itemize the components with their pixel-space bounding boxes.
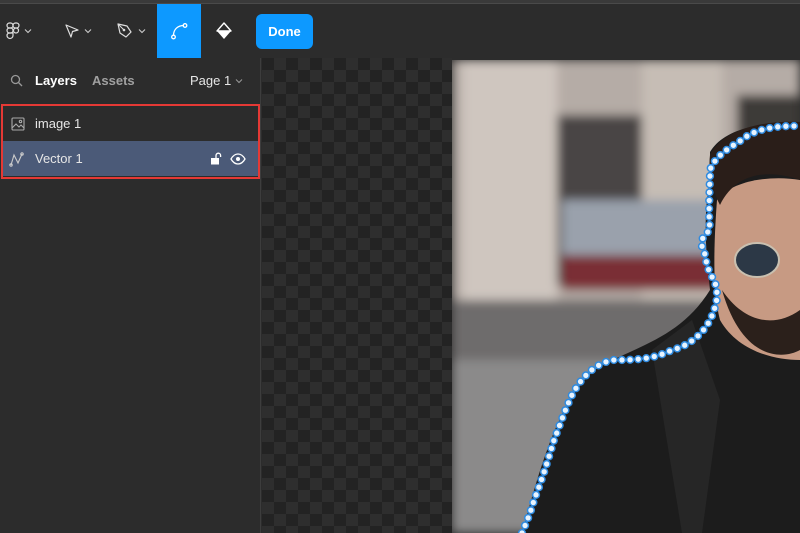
tab-assets[interactable]: Assets: [92, 73, 135, 88]
vector-anchor-point[interactable]: [703, 227, 712, 237]
vector-anchor-point[interactable]: [710, 156, 720, 166]
bend-curve-icon: [171, 23, 188, 40]
vector-anchor-point[interactable]: [609, 355, 618, 365]
vector-anchor-point[interactable]: [587, 365, 597, 375]
tab-layers[interactable]: Layers: [35, 73, 77, 88]
vector-anchor-point[interactable]: [650, 352, 659, 361]
vector-anchor-point[interactable]: [729, 141, 738, 150]
vector-anchor-point[interactable]: [517, 528, 527, 533]
vector-anchor-point[interactable]: [617, 355, 627, 365]
toolbar: Done: [0, 4, 800, 58]
vector-anchor-point[interactable]: [704, 204, 714, 213]
vector-anchor-point[interactable]: [712, 296, 721, 305]
vector-anchor-point[interactable]: [558, 413, 567, 422]
search-icon[interactable]: [10, 74, 23, 87]
paint-bucket-icon: [216, 22, 232, 39]
vector-anchor-point[interactable]: [736, 136, 745, 146]
vector-anchor-point[interactable]: [706, 163, 715, 173]
done-button[interactable]: Done: [256, 14, 313, 49]
vector-anchor-point[interactable]: [594, 361, 603, 370]
vector-anchor-point[interactable]: [687, 336, 696, 346]
layers-panel: Layers Assets Page 1 image 1 Vector 1: [0, 58, 261, 533]
main-menu-button[interactable]: [6, 4, 40, 58]
vector-anchor-point[interactable]: [773, 122, 782, 131]
vector-anchor-point[interactable]: [705, 171, 715, 181]
pen-nib-icon: [117, 23, 132, 38]
vector-anchor-point[interactable]: [705, 212, 714, 221]
vector-anchor-point[interactable]: [601, 357, 611, 367]
image-1-photo[interactable]: [452, 60, 800, 533]
chevron-down-icon: [84, 29, 92, 34]
vector-anchor-point[interactable]: [555, 421, 564, 430]
vector-anchor-point[interactable]: [542, 459, 551, 469]
vector-anchor-point[interactable]: [705, 220, 714, 230]
vector-anchor-point[interactable]: [700, 249, 709, 258]
vector-anchor-point[interactable]: [693, 331, 703, 341]
vector-anchor-point[interactable]: [540, 467, 549, 476]
vector-anchor-point[interactable]: [711, 280, 720, 289]
vector-anchor-point[interactable]: [712, 288, 722, 297]
vector-anchor-point[interactable]: [765, 123, 774, 133]
page-selector-label: Page 1: [190, 73, 232, 88]
vector-anchor-point[interactable]: [702, 257, 711, 266]
chevron-down-icon: [24, 29, 32, 34]
vector-anchor-point[interactable]: [625, 355, 635, 364]
vector-anchor-point[interactable]: [634, 355, 643, 364]
vector-anchor-point[interactable]: [665, 346, 674, 356]
vector-anchor-point[interactable]: [781, 122, 791, 131]
vector-anchor-point[interactable]: [705, 188, 714, 197]
vector-anchor-point[interactable]: [552, 428, 561, 438]
vector-anchor-point[interactable]: [544, 452, 554, 461]
chevron-down-icon: [235, 78, 243, 83]
vector-anchor-point[interactable]: [707, 311, 717, 321]
vector-anchor-point[interactable]: [789, 121, 799, 131]
vector-anchor-point[interactable]: [716, 150, 725, 160]
move-tool-button[interactable]: [64, 4, 100, 58]
vector-anchor-point[interactable]: [526, 506, 536, 515]
vector-anchor-point[interactable]: [698, 234, 707, 243]
photo-illustration: [452, 60, 800, 533]
vector-anchor-point[interactable]: [657, 350, 667, 359]
vector-anchor-point[interactable]: [549, 436, 558, 445]
vector-anchor-point[interactable]: [704, 265, 713, 274]
vector-anchor-point[interactable]: [534, 483, 544, 492]
vector-anchor-point[interactable]: [571, 384, 581, 393]
figma-logo-icon: [6, 22, 20, 40]
vector-anchor-point[interactable]: [742, 132, 751, 141]
vector-anchor-point[interactable]: [537, 475, 546, 484]
paint-bucket-button[interactable]: [206, 4, 242, 58]
vector-anchor-point[interactable]: [642, 353, 651, 363]
vector-anchor-point[interactable]: [722, 145, 731, 155]
cursor-arrow-icon: [65, 24, 79, 38]
vector-anchor-point[interactable]: [673, 344, 682, 353]
vector-anchor-point[interactable]: [749, 128, 759, 137]
vector-anchor-point[interactable]: [581, 371, 591, 380]
vector-anchor-point[interactable]: [704, 319, 713, 328]
vector-anchor-point[interactable]: [680, 341, 689, 350]
chevron-down-icon: [138, 29, 146, 34]
vector-anchor-point[interactable]: [561, 406, 570, 415]
vector-anchor-point[interactable]: [564, 398, 573, 407]
bend-tool-button[interactable]: [157, 4, 201, 58]
annotation-highlight: [1, 104, 260, 179]
vector-anchor-point[interactable]: [520, 521, 530, 530]
vector-anchor-point[interactable]: [567, 391, 577, 400]
vector-anchor-point[interactable]: [697, 242, 707, 251]
canvas-transparent-area[interactable]: [262, 58, 452, 533]
vector-anchor-point[interactable]: [529, 498, 538, 507]
vector-anchor-point[interactable]: [531, 490, 541, 499]
vector-anchor-point[interactable]: [707, 272, 717, 282]
vector-anchor-point[interactable]: [757, 125, 766, 135]
panel-header: Layers Assets Page 1: [0, 58, 261, 102]
vector-anchor-point[interactable]: [705, 196, 714, 205]
vector-anchor-point[interactable]: [710, 304, 719, 313]
vector-anchor-point[interactable]: [576, 377, 585, 386]
vector-anchor-point[interactable]: [523, 513, 533, 523]
vector-anchor-point[interactable]: [699, 325, 708, 335]
pen-tool-button[interactable]: [116, 4, 152, 58]
page-selector[interactable]: Page 1: [190, 73, 243, 88]
vector-anchor-point[interactable]: [705, 180, 714, 189]
vector-anchor-point[interactable]: [547, 444, 556, 453]
